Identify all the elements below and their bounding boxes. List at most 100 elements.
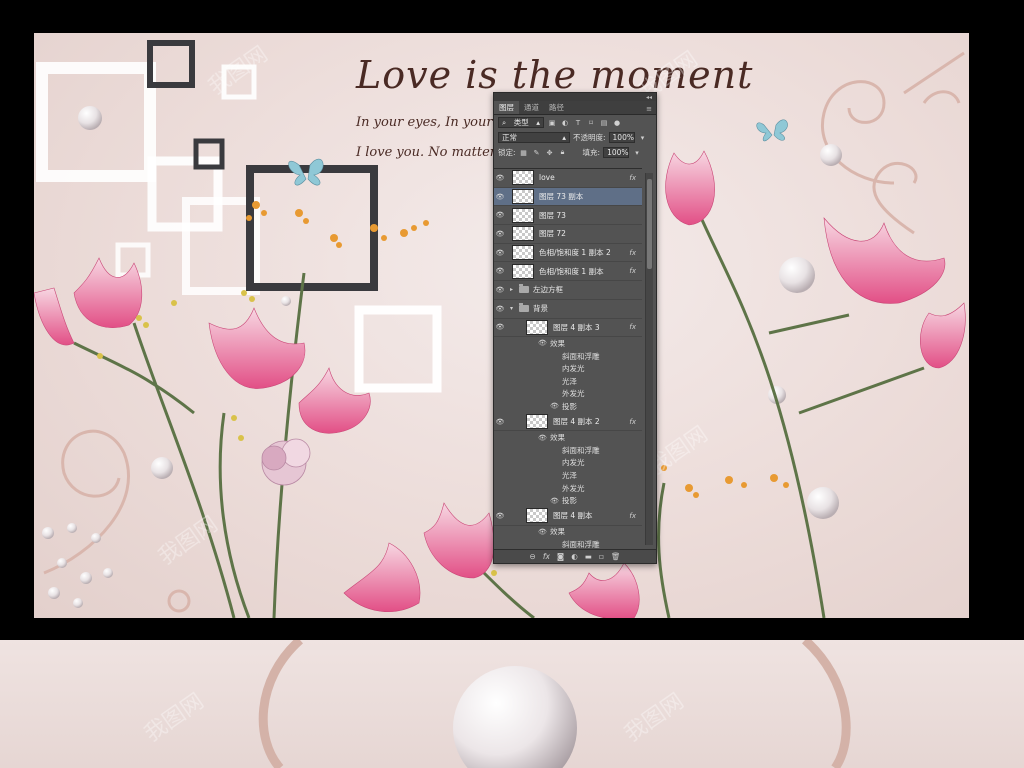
layer-row[interactable]: 👁︎ 图层 72 <box>494 225 642 244</box>
expand-right-icon[interactable]: ▸ <box>510 286 516 293</box>
lock-row: 锁定: ▦ ✎ ✥ 🔒︎ 填充: 100% ▾ <box>494 145 656 160</box>
panel-collapse-bar[interactable]: ◂◂ <box>494 93 656 101</box>
fx-icon[interactable]: fx <box>543 552 550 561</box>
effects-header[interactable]: 👁︎ 效果 <box>494 337 642 350</box>
layer-name: 图层 4 副本 <box>553 511 593 521</box>
search-icon: ⌕ <box>502 118 507 127</box>
eye-icon[interactable]: 👁︎ <box>494 193 506 201</box>
filter-toggle-icon[interactable]: ● <box>612 118 622 128</box>
eye-icon[interactable]: 👁︎ <box>494 249 506 257</box>
folder-icon[interactable]: ▬ <box>585 552 592 561</box>
layers-scrollbar[interactable] <box>645 173 653 545</box>
filter-adjustment-icon[interactable]: ◐ <box>560 118 570 128</box>
layer-name: 图层 73 <box>539 210 566 220</box>
layer-row[interactable]: 👁︎ 图层 4 副本 3 fx <box>494 319 642 338</box>
layer-row[interactable]: 👁︎ 图层 4 副本 2 fx <box>494 413 642 432</box>
layer-name: 图层 72 <box>539 229 566 239</box>
eye-icon[interactable]: 👁︎ <box>494 512 506 520</box>
layer-row[interactable]: 👁︎ 图层 73 副本 <box>494 187 642 207</box>
layer-name: 左边方框 <box>533 285 563 295</box>
eye-icon[interactable]: 👁︎ <box>494 174 506 182</box>
lock-move-icon[interactable]: ✥ <box>545 148 555 158</box>
new-layer-icon[interactable]: ▫ <box>599 552 604 561</box>
layer-fx-badge[interactable]: fx <box>629 323 636 331</box>
layer-fx-badge[interactable]: fx <box>629 512 636 520</box>
layer-row[interactable]: 👁︎ ▸ 左边方框 <box>494 281 642 300</box>
layer-row[interactable]: 👁︎ 图层 73 <box>494 206 642 226</box>
eye-icon[interactable]: 👁︎ <box>550 497 559 505</box>
layer-group: ▸ <box>510 284 529 294</box>
effect-item[interactable]: 斜面和浮雕 <box>494 444 642 457</box>
blend-mode-value: 正常 <box>502 133 517 142</box>
collapse-arrows-icon[interactable]: ◂◂ <box>646 94 652 101</box>
layer-name: 色相/饱和度 1 副本 <box>539 266 604 276</box>
layer-thumbnail <box>512 245 534 261</box>
link-icon[interactable]: ⊖ <box>530 552 536 561</box>
fill-slider-arrow-icon[interactable]: ▾ <box>632 148 642 158</box>
love-title: Love is the moment <box>356 53 754 97</box>
effect-label: 外发光 <box>562 483 585 493</box>
layer-name: 色相/饱和度 1 副本 2 <box>539 248 611 258</box>
eye-icon[interactable]: 👁︎ <box>494 211 506 219</box>
filter-pixel-icon[interactable]: ▣ <box>547 118 557 128</box>
eye-icon[interactable]: 👁︎ <box>494 286 506 294</box>
effects-header[interactable]: 👁︎ 效果 <box>494 431 642 444</box>
lock-brush-icon[interactable]: ✎ <box>532 148 542 158</box>
effect-item[interactable]: 外发光 <box>494 482 642 495</box>
eye-icon[interactable]: 👁︎ <box>494 230 506 238</box>
opacity-field[interactable]: 100% <box>608 132 635 143</box>
effect-item-shadow[interactable]: 👁︎ 投影 <box>494 400 642 413</box>
fill-label: 填充: <box>582 148 601 157</box>
effect-item[interactable]: 光泽 <box>494 469 642 482</box>
filter-smart-object-icon[interactable]: ▤ <box>599 118 609 128</box>
lock-transparent-icon[interactable]: ▦ <box>519 148 529 158</box>
filter-type-icon[interactable]: T <box>573 118 583 128</box>
layer-fx-badge[interactable]: fx <box>629 249 636 257</box>
eye-icon[interactable]: 👁︎ <box>538 434 547 442</box>
mask-icon[interactable]: ◙ <box>557 552 564 561</box>
layer-fx-badge[interactable]: fx <box>629 174 636 182</box>
effect-item-shadow[interactable]: 👁︎ 投影 <box>494 494 642 507</box>
opacity-label: 不透明度: <box>573 133 606 142</box>
blend-mode-select[interactable]: 正常 ▴ <box>498 132 570 143</box>
eye-icon[interactable]: 👁︎ <box>538 528 547 536</box>
panel-menu-icon[interactable]: ≡ <box>642 104 656 114</box>
effect-item[interactable]: 外发光 <box>494 388 642 401</box>
effects-label: 效果 <box>550 433 565 443</box>
opacity-slider-arrow-icon[interactable]: ▾ <box>638 133 648 143</box>
effect-label: 斜面和浮雕 <box>562 445 600 455</box>
filter-shape-icon[interactable]: ⌑ <box>586 118 596 128</box>
lock-all-icon[interactable]: 🔒︎ <box>558 148 568 158</box>
layer-fx-badge[interactable]: fx <box>629 267 636 275</box>
layer-fx-badge[interactable]: fx <box>629 418 636 426</box>
fill-field[interactable]: 100% <box>603 147 630 158</box>
eye-icon[interactable]: 👁︎ <box>494 323 506 331</box>
eye-icon[interactable]: 👁︎ <box>494 418 506 426</box>
trash-icon[interactable]: 🗑︎ <box>611 552 621 561</box>
expand-down-icon[interactable]: ▾ <box>510 305 516 312</box>
eye-icon[interactable]: 👁︎ <box>538 339 547 347</box>
layer-row[interactable]: 👁︎ 色相/饱和度 1 副本 fx <box>494 262 642 282</box>
tab-channels[interactable]: 通道 <box>519 101 544 114</box>
effects-label: 效果 <box>550 338 565 348</box>
effects-header[interactable]: 👁︎ 效果 <box>494 526 642 539</box>
eye-icon[interactable]: 👁︎ <box>494 305 506 313</box>
tab-layers[interactable]: 图层 <box>494 101 519 114</box>
effect-item[interactable]: 斜面和浮雕 <box>494 350 642 363</box>
layer-row[interactable]: 👁︎ ▾ 背景 <box>494 300 642 319</box>
adjustment-icon[interactable]: ◐ <box>571 552 578 561</box>
layer-row[interactable]: 👁︎ 图层 4 副本 fx <box>494 507 642 526</box>
layer-row[interactable]: 👁︎ love fx <box>494 169 642 188</box>
eye-icon[interactable]: 👁︎ <box>494 267 506 275</box>
scrollbar-thumb[interactable] <box>647 179 652 269</box>
layer-thumbnail <box>512 170 534 186</box>
layer-row[interactable]: 👁︎ 色相/饱和度 1 副本 2 fx <box>494 244 642 263</box>
tab-paths[interactable]: 路径 <box>544 101 569 114</box>
effect-item[interactable]: 内发光 <box>494 362 642 375</box>
effect-item[interactable]: 光泽 <box>494 375 642 388</box>
filter-kind-select[interactable]: ⌕ 类型 ▴ <box>498 117 544 128</box>
layer-name: 背景 <box>533 304 548 314</box>
eye-icon[interactable]: 👁︎ <box>550 402 559 410</box>
effect-item[interactable]: 内发光 <box>494 457 642 470</box>
effect-label: 斜面和浮雕 <box>562 351 600 361</box>
